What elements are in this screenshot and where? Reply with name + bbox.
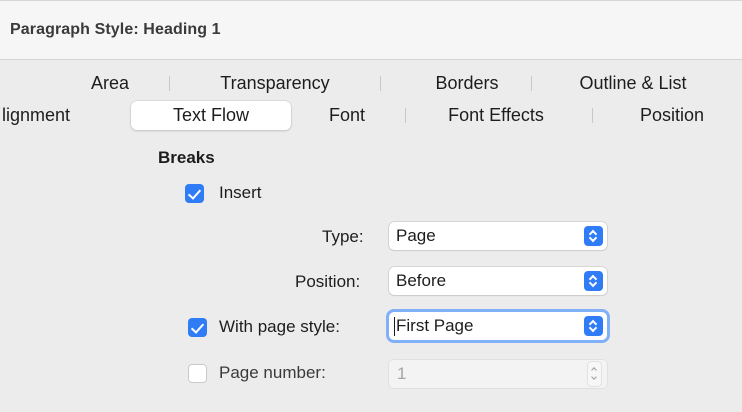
stepper-arrows-icon[interactable]: [588, 362, 601, 386]
tab-alignment[interactable]: lignment: [0, 100, 100, 130]
type-select[interactable]: Page: [389, 222, 607, 250]
page-number-checkbox[interactable]: [188, 364, 207, 383]
tab-transparency[interactable]: Transparency: [195, 68, 355, 98]
tab-text-flow[interactable]: Text Flow: [131, 101, 291, 130]
insert-label[interactable]: Insert: [219, 183, 262, 203]
page-number-spinbox[interactable]: 1: [389, 360, 607, 388]
with-page-style-checkbox[interactable]: [188, 318, 207, 337]
tab-outline-list[interactable]: Outline & List: [553, 68, 713, 98]
page-style-select[interactable]: First Page: [389, 312, 607, 340]
tab-borders[interactable]: Borders: [412, 68, 522, 98]
updown-chevron-icon: [584, 271, 603, 291]
with-page-style-label[interactable]: With page style:: [219, 317, 340, 337]
type-select-value: Page: [396, 226, 436, 245]
title-bar: Paragraph Style: Heading 1: [0, 0, 742, 60]
tab-font-effects[interactable]: Font Effects: [420, 100, 572, 130]
tab-separator: [531, 76, 532, 91]
type-label: Type:: [322, 227, 364, 246]
dialog-title: Paragraph Style: Heading 1: [10, 21, 221, 38]
page-style-select-value: First Page: [393, 316, 474, 336]
position-select[interactable]: Before: [389, 267, 607, 295]
tab-separator: [592, 108, 593, 123]
page-number-label[interactable]: Page number:: [219, 363, 326, 383]
position-label: Position:: [295, 272, 361, 291]
tab-row-bottom: lignment Text Flow Font Font Effects Pos…: [0, 100, 742, 130]
updown-chevron-icon: [584, 226, 603, 246]
position-select-value: Before: [396, 271, 447, 290]
breaks-section-title: Breaks: [158, 148, 215, 167]
insert-checkbox[interactable]: [185, 184, 204, 203]
tab-area[interactable]: Area: [71, 68, 149, 98]
tab-separator: [169, 76, 170, 91]
tab-font[interactable]: Font: [312, 100, 382, 130]
tab-separator: [380, 76, 381, 91]
updown-chevron-icon: [584, 316, 603, 336]
paragraph-style-dialog: Paragraph Style: Heading 1 Area Transpar…: [0, 0, 742, 412]
tab-separator: [405, 108, 406, 123]
tab-row-top: Area Transparency Borders Outline & List: [0, 68, 742, 98]
page-number-value: 1: [397, 364, 407, 383]
tab-position[interactable]: Position: [612, 100, 732, 130]
